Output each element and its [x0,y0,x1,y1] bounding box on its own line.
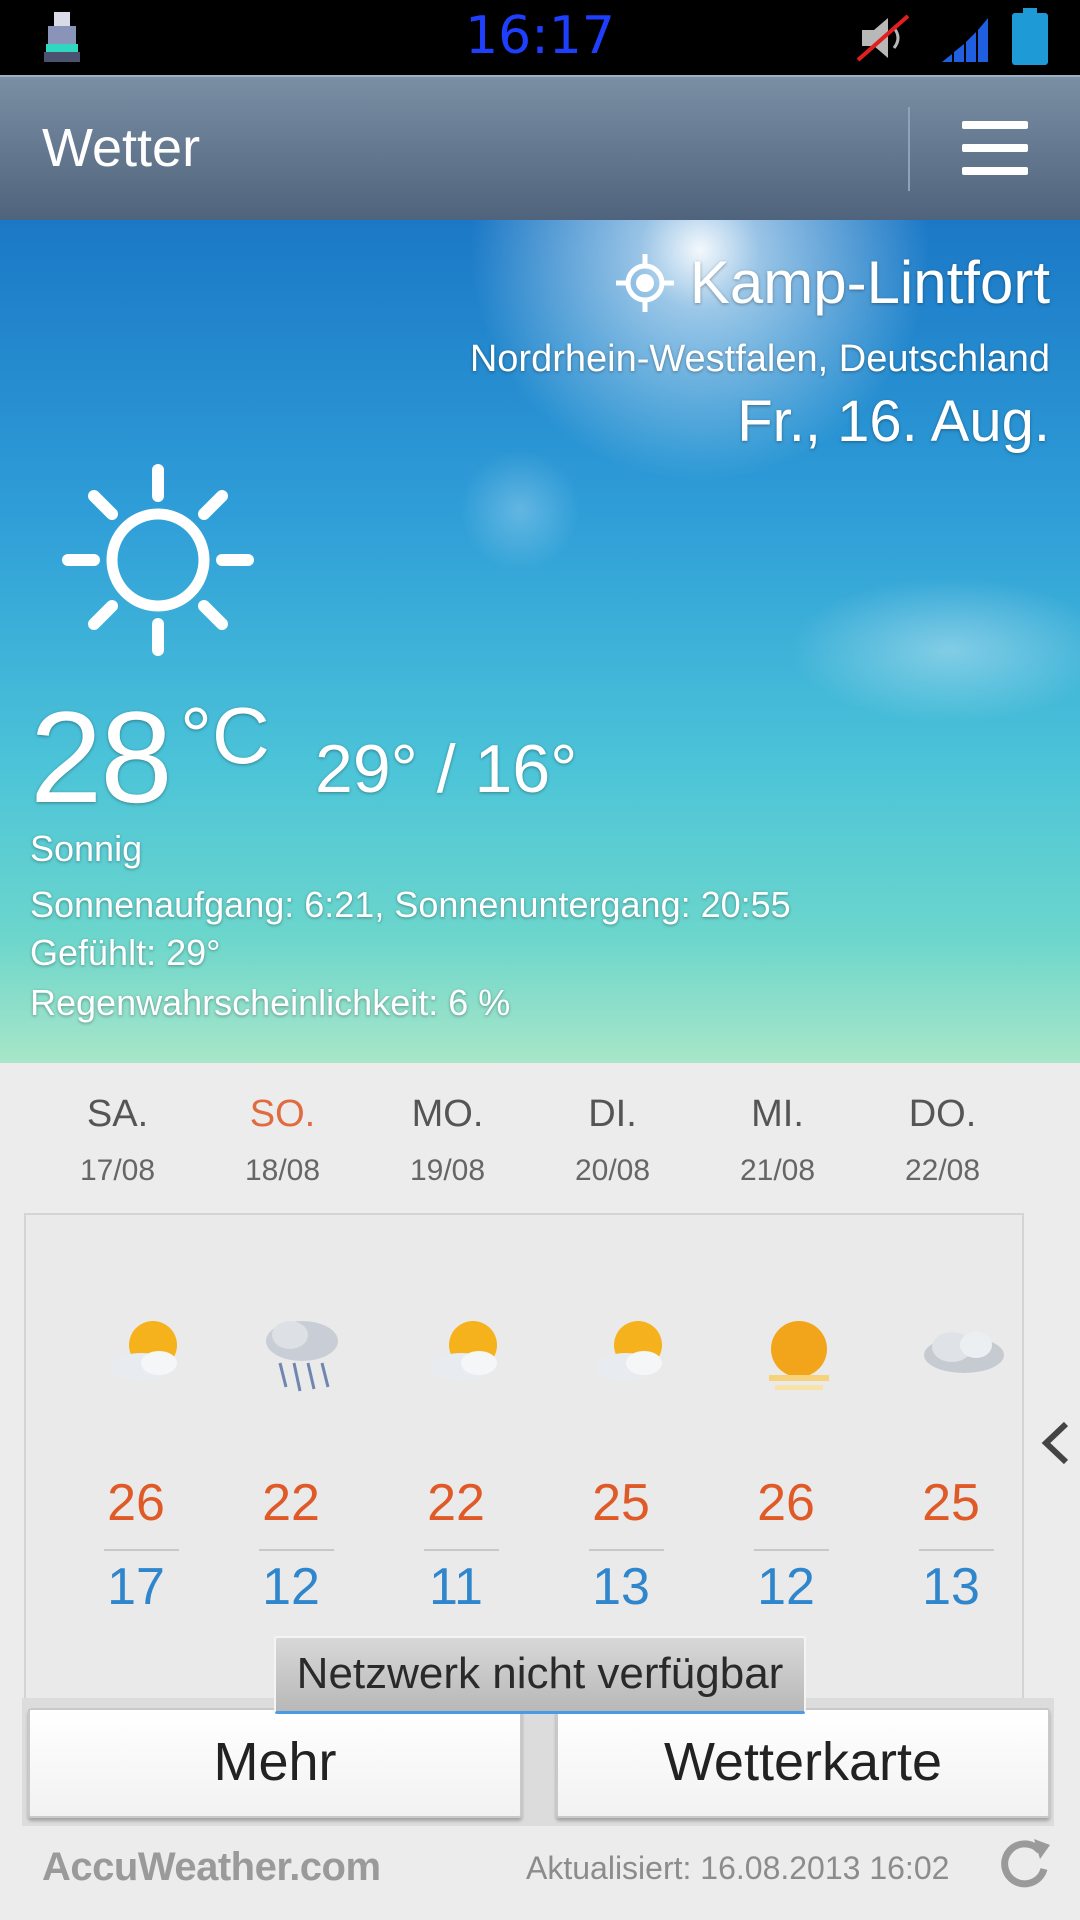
action-bar: Wetter [0,75,1080,220]
day-name: MO. [411,1093,484,1135]
forecast-high: 22 [262,1474,320,1532]
forecast-day-card[interactable]: 25 13 [881,1215,1046,1745]
forecast-high: 26 [757,1474,815,1532]
day-date: 22/08 [904,1154,981,1187]
sun-icon [62,464,254,656]
forecast-low: 11 [429,1558,483,1616]
forecast-day-header: MO. 19/08 [365,1093,530,1188]
forecast-day-card[interactable]: 26 17 [66,1215,231,1745]
app-title: Wetter [42,118,201,178]
region-name: Nordrhein-Westfalen, Deutschland [469,338,1050,380]
temp-divider [259,1549,334,1551]
day-name: DO. [908,1093,977,1135]
temp-divider [919,1549,994,1551]
weather-map-button[interactable]: Wetterkarte [556,1708,1050,1818]
day-date: 18/08 [244,1154,321,1187]
forecast-high: 25 [592,1474,650,1532]
current-temperature: 28 [30,684,173,830]
temperature-unit: °C [180,691,270,780]
action-bar-divider [908,107,910,191]
day-name: DI. [588,1093,637,1135]
day-date: 17/08 [79,1154,156,1187]
forecast-high: 26 [107,1474,165,1532]
partly-sunny-icon [431,1321,497,1381]
temp-divider [589,1549,664,1551]
status-clock: 16:17 [465,6,615,66]
sun-haze-icon [769,1321,829,1390]
forecast-day-header: SO. 18/08 [200,1093,365,1188]
partly-sunny-icon [111,1321,177,1381]
last-updated: Aktualisiert: 16.08.2013 16:02 [526,1850,950,1886]
forecast-high: 25 [922,1474,980,1532]
cloudy-icon [924,1332,1004,1373]
more-button[interactable]: Mehr [28,1708,522,1818]
temp-divider [424,1549,499,1551]
accuweather-logo[interactable]: AccuWeather.com [42,1845,381,1890]
current-weather-panel: Kamp-Lintfort Nordrhein-Westfalen, Deuts… [0,220,1080,1063]
location-target-icon[interactable] [615,253,674,312]
day-date: 21/08 [739,1154,816,1187]
forecast-day-header: SA. 17/08 [35,1093,200,1188]
status-bar: 16:17 [0,0,1080,75]
feels-like: Gefühlt: 29° [30,932,221,973]
signal-icon [942,18,988,62]
day-date: 19/08 [409,1154,486,1187]
sunrise-sunset: Sonnenaufgang: 6:21, Sonnenuntergang: 20… [30,884,791,925]
forecast-low: 13 [592,1558,650,1616]
forecast-section: SA. 17/08 SO. 18/08 MO. 19/08 DI. 20/08 … [0,1063,1080,1920]
network-toast: Netzwerk nicht verfügbar [274,1636,806,1714]
forecast-day-header: DI. 20/08 [530,1093,695,1188]
chevron-left-icon[interactable] [1036,1418,1072,1468]
forecast-low: 12 [262,1558,320,1616]
day-name: MI. [751,1093,804,1135]
temp-divider [104,1549,179,1551]
rain-cloud-icon [266,1321,338,1392]
forecast-low: 13 [922,1558,980,1616]
day-date: 20/08 [574,1154,651,1187]
rain-probability: Regenwahrscheinlichkeit: 6 % [30,982,511,1023]
forecast-day-header: DO. 22/08 [860,1093,1025,1188]
forecast-high: 22 [427,1474,485,1532]
hamburger-menu-icon[interactable] [962,117,1028,179]
day-name: SO. [249,1093,316,1135]
current-date: Fr., 16. Aug. [737,389,1050,454]
forecast-low: 17 [107,1558,165,1616]
high-low-temperature: 29° / 16° [315,731,578,807]
partly-sunny-icon [596,1321,662,1381]
location-row: Kamp-Lintfort [615,248,1050,317]
battery-icon [1012,8,1048,65]
day-name: SA. [86,1093,149,1135]
volume-muted-icon [856,14,910,62]
forecast-low: 12 [757,1558,815,1616]
condition-text: Sonnig [30,828,143,869]
temp-divider [754,1549,829,1551]
forecast-day-header: MI. 21/08 [695,1093,860,1188]
city-name[interactable]: Kamp-Lintfort [690,248,1050,317]
refresh-icon[interactable] [996,1833,1052,1895]
